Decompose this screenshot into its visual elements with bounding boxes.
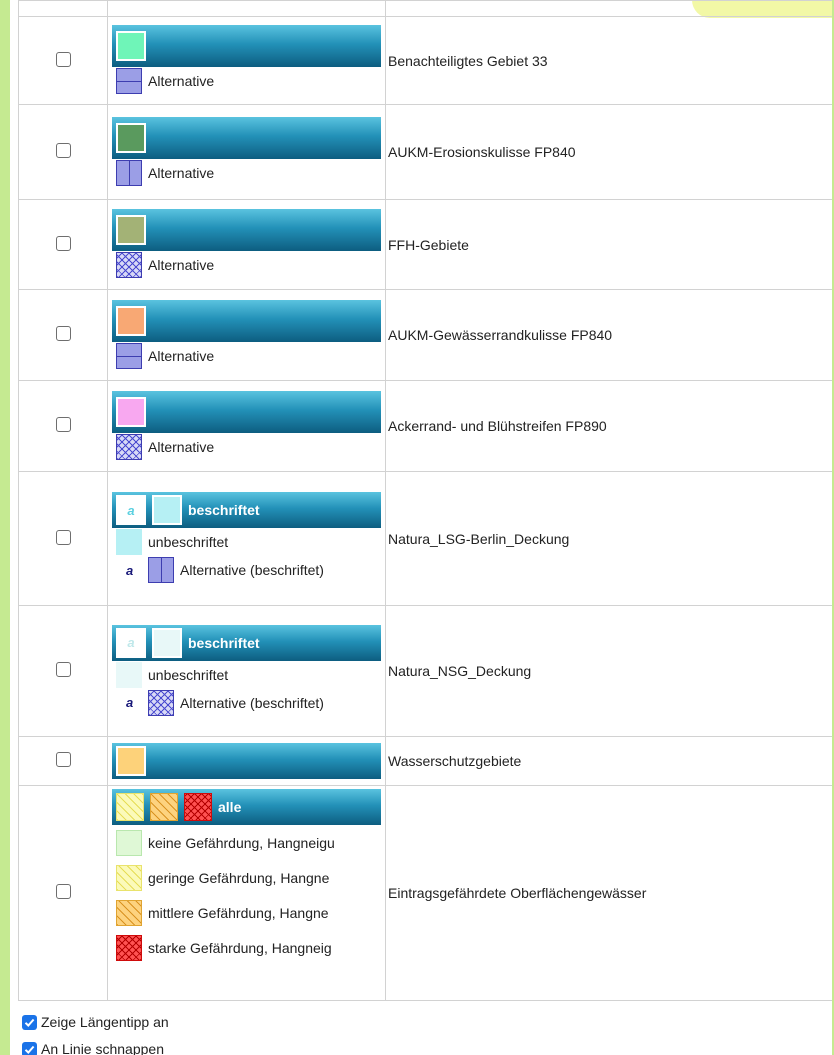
alternative-swatch [148, 689, 174, 716]
main-swatch [116, 31, 146, 61]
legend-item[interactable]: starke Gefährdung, Hangneig [112, 930, 381, 965]
layer-panel: Alternative Benachteiligtes Gebiet 33 Al… [10, 0, 832, 1055]
main-swatch [116, 746, 146, 776]
layer-checkbox[interactable] [55, 235, 71, 251]
layer-checkbox[interactable] [55, 529, 71, 545]
alternative-style-option[interactable]: Alternative [112, 433, 381, 461]
unlabeled-swatch [116, 529, 142, 555]
letter-a-icon: a [127, 502, 135, 518]
table-row: Alternative FFH-Gebiete [18, 199, 832, 290]
layer-checkbox[interactable] [55, 326, 71, 341]
layer-name: Natura_NSG_Deckung [385, 605, 832, 737]
table-row: Alternative Benachteiligtes Gebiet 33 [18, 16, 832, 105]
label-sample-swatch: a [116, 627, 146, 658]
main-swatch [152, 495, 182, 525]
unlabeled-style-option[interactable]: unbeschriftet [112, 661, 381, 689]
legend-swatch [116, 934, 142, 961]
layer-checkbox[interactable] [55, 662, 71, 677]
style-header-bar[interactable] [112, 390, 381, 433]
layer-name: Benachteiligtes Gebiet 33 [385, 16, 832, 105]
legend-item[interactable]: keine Gefährdung, Hangneigu [112, 825, 381, 860]
table-row: Wasserschutzgebiete [18, 736, 832, 786]
table-row: Alternative AUKM-Erosionskulisse FP840 [18, 104, 832, 200]
style-header-bar[interactable]: alle [112, 789, 381, 825]
layer-checkbox[interactable] [55, 417, 71, 432]
alternative-swatch [116, 342, 142, 369]
letter-a-icon: a [126, 695, 134, 710]
hatch-swatch-medium [150, 793, 178, 821]
main-swatch [116, 122, 146, 153]
style-header-bar[interactable]: a beschriftet [112, 492, 381, 528]
table-row: a beschriftet unbeschriftet a Alternativ… [18, 605, 832, 737]
hatch-swatch-high [184, 793, 212, 821]
style-header-bar[interactable] [112, 116, 381, 159]
layer-name: Eintragsgefährdete Oberflächengewässer [385, 785, 832, 1001]
unlabeled-style-option[interactable]: unbeschriftet [112, 528, 381, 556]
layer-checkbox[interactable] [55, 884, 71, 899]
alternative-labeled-option[interactable]: a Alternative (beschriftet) [112, 556, 381, 584]
alternative-swatch [116, 159, 142, 186]
main-swatch [116, 215, 146, 245]
main-swatch [116, 396, 146, 427]
alternative-swatch [116, 433, 142, 460]
style-header-bar[interactable]: a beschriftet [112, 624, 381, 661]
legend-item[interactable]: geringe Gefährdung, Hangne [112, 860, 381, 895]
table-row: a beschriftet unbeschriftet a Alternativ… [18, 471, 832, 606]
alternative-style-option[interactable]: Alternative [112, 67, 381, 95]
hatch-swatch-low [116, 793, 144, 821]
checkbox-checked[interactable] [22, 1041, 37, 1055]
layer-name: AUKM-Gewässerrandkulisse FP840 [385, 289, 832, 381]
alternative-style-option[interactable]: Alternative [112, 251, 381, 279]
layer-checkbox[interactable] [55, 143, 71, 158]
style-header-bar[interactable] [112, 25, 381, 67]
layer-name: Natura_LSG-Berlin_Deckung [385, 471, 832, 606]
alternative-labeled-option[interactable]: a Alternative (beschriftet) [112, 689, 381, 717]
checkmark-icon [24, 1018, 35, 1027]
label-sample-swatch: a [116, 495, 146, 525]
main-swatch [116, 305, 146, 336]
layer-name: Ackerrand- und Blühstreifen FP890 [385, 380, 832, 472]
layer-checkbox[interactable] [55, 51, 71, 67]
style-header-bar[interactable] [112, 743, 381, 779]
show-length-tip-option[interactable]: Zeige Längentipp an [22, 1014, 169, 1030]
alternative-swatch [116, 252, 142, 278]
style-header-bar[interactable] [112, 209, 381, 251]
alternative-style-option[interactable]: Alternative [112, 342, 381, 370]
alternative-swatch [148, 557, 174, 583]
style-header-bar[interactable] [112, 299, 381, 342]
unlabeled-swatch [116, 661, 142, 688]
layer-name: AUKM-Erosionskulisse FP840 [385, 104, 832, 200]
table-row: alle keine Gefährdung, Hangneigu geringe… [18, 785, 832, 1001]
table-row: Alternative Ackerrand- und Blühstreifen … [18, 380, 832, 472]
alternative-swatch [116, 68, 142, 94]
legend-item[interactable]: mittlere Gefährdung, Hangne [112, 895, 381, 930]
main-swatch [152, 627, 182, 658]
snap-to-line-option[interactable]: An Linie schnappen [22, 1041, 164, 1055]
layer-name: FFH-Gebiete [385, 199, 832, 290]
checkbox-checked[interactable] [22, 1014, 37, 1030]
letter-a-icon: a [127, 635, 135, 650]
legend-swatch [116, 864, 142, 891]
legend-swatch [116, 829, 142, 856]
layer-name: Wasserschutzgebiete [385, 736, 832, 786]
layer-table: Alternative Benachteiligtes Gebiet 33 Al… [18, 0, 832, 1001]
checkmark-icon [24, 1045, 35, 1054]
alternative-style-option[interactable]: Alternative [112, 159, 381, 187]
letter-a-icon: a [126, 562, 134, 578]
table-row-cut-off [18, 0, 832, 17]
legend-swatch [116, 899, 142, 926]
layer-checkbox[interactable] [55, 752, 71, 767]
table-row: Alternative AUKM-Gewässerrandkulisse FP8… [18, 289, 832, 381]
